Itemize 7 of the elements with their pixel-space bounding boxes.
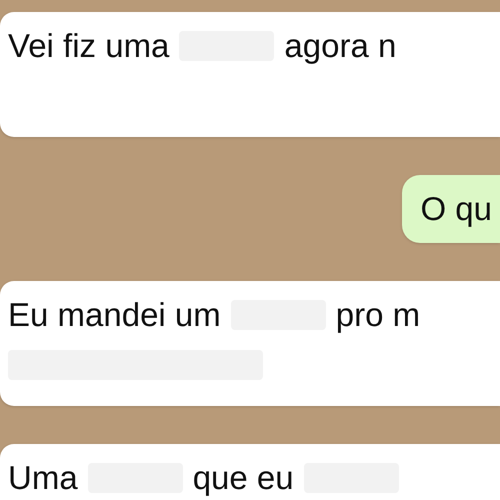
message-text: agora n — [284, 26, 396, 66]
message-text: Eu mandei um — [8, 295, 221, 336]
message-text: Uma — [8, 458, 78, 498]
message-text: Vei fiz uma — [8, 26, 170, 66]
message-text: pro m — [336, 295, 420, 336]
message-text: O qu — [420, 189, 492, 230]
message-text: que eu — [192, 458, 294, 498]
